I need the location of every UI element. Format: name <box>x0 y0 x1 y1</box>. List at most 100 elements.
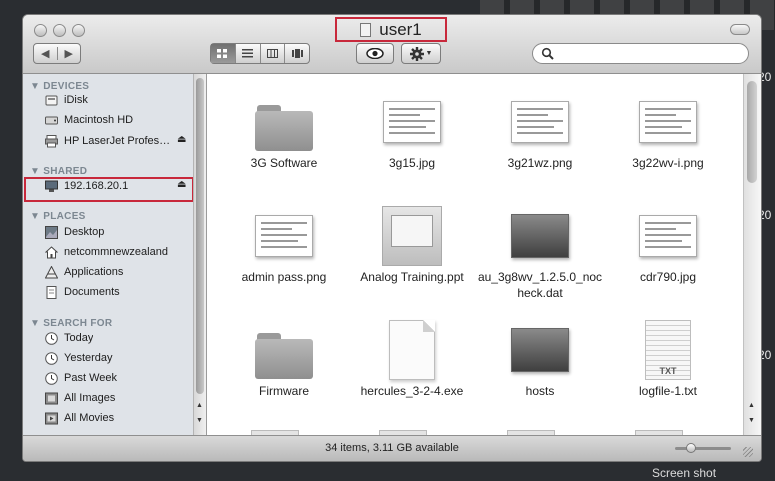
data-file-icon <box>511 214 569 258</box>
sidebar-item[interactable]: Past Week <box>45 369 195 387</box>
file-name[interactable]: admin pass.png <box>220 269 348 285</box>
scroll-down-arrow[interactable]: ▼ <box>196 417 203 424</box>
data-file-icon <box>511 328 569 372</box>
sidebar-item-label: Applications <box>64 266 124 278</box>
file-name[interactable]: cdr790.jpg <box>604 269 732 285</box>
sidebar-item-label: Past Week <box>64 372 117 384</box>
main-scrollbar[interactable]: ▲ ▼ <box>743 74 761 435</box>
sidebar-item[interactable]: Macintosh HD <box>45 111 195 129</box>
printer-icon <box>45 134 58 147</box>
file-item[interactable]: hercules_3-2-4.exe <box>348 320 476 432</box>
file-name[interactable]: hosts <box>476 383 604 399</box>
sidebar-item[interactable]: Applications <box>45 263 195 281</box>
file-thumbnail[interactable] <box>638 92 698 152</box>
file-thumbnail[interactable] <box>382 92 442 152</box>
file-name[interactable]: 3g22wv-i.png <box>604 155 732 171</box>
quick-look-button[interactable] <box>356 43 394 64</box>
file-thumbnail[interactable] <box>254 320 314 380</box>
file-item[interactable]: 3g15.jpg <box>348 92 476 204</box>
sidebar-section-heading[interactable]: ▼ PLACES <box>30 211 86 222</box>
sidebar-item-label: Yesterday <box>64 352 113 364</box>
file-item[interactable]: admin pass.png <box>220 206 348 318</box>
file-item[interactable]: 3g22wv-i.png <box>604 92 732 204</box>
file-name[interactable]: hercules_3-2-4.exe <box>348 383 476 399</box>
file-thumbnail[interactable] <box>254 206 314 266</box>
back-forward-buttons: ◀ ▶ <box>33 43 81 64</box>
slider-knob[interactable] <box>686 443 696 453</box>
scroll-down-arrow[interactable]: ▼ <box>748 417 755 424</box>
file-thumbnail[interactable] <box>382 320 442 380</box>
minimize-button[interactable] <box>53 24 66 37</box>
image-file-icon <box>511 101 569 143</box>
file-thumbnail[interactable] <box>510 206 570 266</box>
list-view-button[interactable] <box>234 44 260 63</box>
zoom-button[interactable] <box>72 24 85 37</box>
file-item[interactable]: Firmware <box>220 320 348 432</box>
icon-view-icon <box>217 49 228 58</box>
file-thumbnail[interactable] <box>254 92 314 152</box>
eject-icon[interactable]: ⏏ <box>177 134 186 145</box>
file-item[interactable]: au_3g8wv_1.2.5.0_nocheck.dat <box>476 206 604 318</box>
main-scroll-thumb[interactable] <box>747 81 757 183</box>
desktop-screenshot-label[interactable]: Screen shot <box>652 466 716 480</box>
sidebar-item[interactable]: Documents <box>45 283 195 301</box>
file-item[interactable]: TXT logfile-1.txt <box>604 320 732 432</box>
icon-size-slider[interactable] <box>675 443 731 453</box>
file-name[interactable]: au_3g8wv_1.2.5.0_nocheck.dat <box>476 269 604 301</box>
sidebar-item-label: All Movies <box>64 412 115 424</box>
text-file-icon: TXT <box>645 320 691 380</box>
icon-view-button[interactable] <box>211 44 235 63</box>
image-file-icon <box>639 101 697 143</box>
sidebar-item[interactable]: All Movies <box>45 409 195 427</box>
file-name[interactable]: 3G Software <box>220 155 348 171</box>
file-item[interactable]: cdr790.jpg <box>604 206 732 318</box>
file-thumbnail[interactable] <box>510 320 570 380</box>
movies-icon <box>45 412 58 424</box>
sidebar-section-heading[interactable]: ▼ SHARED <box>30 166 87 177</box>
close-button[interactable] <box>34 24 47 37</box>
sidebar-item-label: Desktop <box>64 226 105 238</box>
file-item[interactable]: 3g21wz.png <box>476 92 604 204</box>
folder-icon <box>255 105 313 151</box>
file-thumbnail[interactable] <box>510 92 570 152</box>
sidebar-item[interactable]: HP LaserJet Profes… <box>45 132 195 150</box>
action-menu-button[interactable]: ▼ <box>401 43 441 64</box>
status-text: 34 items, 3.11 GB available <box>325 442 459 454</box>
sidebar-item[interactable]: All Images <box>45 389 195 407</box>
column-view-button[interactable] <box>259 44 285 63</box>
folder-proxy-icon[interactable] <box>360 22 372 37</box>
file-name[interactable]: 3g21wz.png <box>476 155 604 171</box>
sidebar-item[interactable]: Today <box>45 329 195 347</box>
sidebar-item[interactable]: netcommnewzealand <box>45 243 195 261</box>
sidebar-scroll-thumb[interactable] <box>196 78 204 394</box>
file-thumbnail[interactable]: TXT <box>638 320 698 380</box>
file-name[interactable]: 3g15.jpg <box>348 155 476 171</box>
sidebar-item[interactable]: Desktop <box>45 223 195 241</box>
sidebar-item-label: HP LaserJet Profes… <box>64 135 171 147</box>
column-view-icon <box>266 49 278 58</box>
clock-icon <box>45 351 58 365</box>
file-thumbnail[interactable] <box>638 206 698 266</box>
file-name[interactable]: Firmware <box>220 383 348 399</box>
file-item[interactable]: Analog Training.ppt <box>348 206 476 318</box>
toolbar-toggle-button[interactable] <box>730 24 750 35</box>
image-file-icon <box>383 101 441 143</box>
title-bar[interactable]: user1 ◀ ▶ ▼ <box>23 15 761 74</box>
scroll-up-arrow[interactable]: ▲ <box>196 402 203 409</box>
images-icon <box>45 392 58 404</box>
sidebar-item[interactable]: iDisk <box>45 91 195 109</box>
sidebar-item[interactable]: Yesterday <box>45 349 195 367</box>
forward-button[interactable]: ▶ <box>56 47 81 60</box>
cover-flow-button[interactable] <box>284 44 309 63</box>
search-field[interactable] <box>532 43 749 64</box>
file-item[interactable]: hosts <box>476 320 604 432</box>
file-item[interactable]: 3G Software <box>220 92 348 204</box>
file-name[interactable]: logfile-1.txt <box>604 383 732 399</box>
file-thumbnail[interactable] <box>382 206 442 266</box>
sidebar-section-heading[interactable]: ▼ SEARCH FOR <box>30 318 112 329</box>
resize-grip[interactable] <box>743 447 753 457</box>
sidebar-scrollbar[interactable]: ▲ ▼ <box>193 74 206 435</box>
back-button[interactable]: ◀ <box>34 47 57 60</box>
scroll-up-arrow[interactable]: ▲ <box>748 402 755 409</box>
file-name[interactable]: Analog Training.ppt <box>348 269 476 285</box>
